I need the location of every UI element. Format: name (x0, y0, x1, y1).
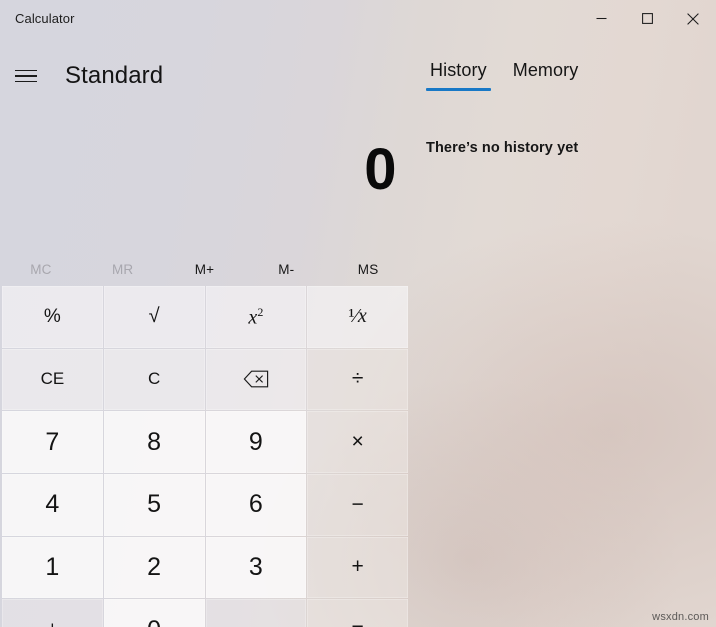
history-empty-message: There’s no history yet (426, 140, 579, 156)
minimize-button[interactable] (578, 0, 624, 37)
key-backspace[interactable] (205, 348, 307, 411)
backspace-icon (243, 371, 269, 388)
key-multiply[interactable]: × (307, 411, 408, 473)
key-two[interactable]: 2 (103, 536, 205, 599)
key-five[interactable]: 5 (103, 474, 205, 536)
key-label: 5 (147, 490, 162, 519)
key-zero[interactable]: 0 (103, 599, 205, 627)
key-label: % (43, 305, 61, 327)
tab-history[interactable]: History (426, 60, 491, 91)
key-label: 1 (45, 552, 60, 581)
calculator-mode-title: Standard (65, 62, 164, 89)
key-label: 3 (248, 552, 263, 581)
key-label: 2 (147, 552, 162, 581)
history-pane: History Memory There’s no history yet (409, 37, 716, 627)
keypad: % √ x2 ¹⁄x CE C ÷ 7 8 9 × 4 5 6 − 1 2 3 + ±0. = (2, 286, 408, 627)
mode-row: Standard (0, 55, 163, 97)
key-label: ¹⁄x (348, 305, 367, 328)
key-clear[interactable]: C (103, 348, 205, 411)
memory-bar: MC MR M+ M- MS (0, 253, 409, 285)
key-label: ÷ (351, 367, 364, 391)
key-nine[interactable]: 9 (205, 411, 307, 473)
key-reciprocal[interactable]: ¹⁄x (307, 286, 408, 348)
history-memory-tabs: History Memory (409, 60, 582, 91)
memory-button-mplus[interactable]: M+ (164, 253, 246, 285)
key-square[interactable]: x2 (205, 286, 307, 348)
key-label: ± (47, 619, 57, 627)
key-clear-entry[interactable]: CE (2, 348, 103, 411)
tab-memory[interactable]: Memory (509, 60, 583, 91)
memory-button-ms[interactable]: MS (327, 253, 409, 285)
key-six[interactable]: 6 (205, 474, 307, 536)
key-equals[interactable]: = (307, 599, 408, 627)
key-label: 8 (147, 427, 162, 456)
key-label: = (351, 618, 363, 627)
key-eight[interactable]: 8 (103, 411, 205, 473)
calculator-window: Calculator Standard 0 MC MR M+ M- MS % √… (0, 0, 716, 627)
key-add[interactable]: + (307, 536, 408, 599)
memory-button-mminus[interactable]: M- (245, 253, 327, 285)
hamburger-menu-icon[interactable] (4, 56, 48, 96)
key-label: CE (40, 369, 65, 389)
key-square-root[interactable]: √ (103, 286, 205, 348)
memory-button-mr: MR (111, 261, 134, 277)
key-label: C (147, 369, 161, 389)
window-title: Calculator (15, 11, 75, 26)
key-decimal[interactable]: . (205, 599, 307, 627)
key-label: × (351, 430, 364, 454)
key-label: 0 (147, 616, 161, 627)
key-four[interactable]: 4 (2, 474, 103, 536)
calculator-pane: Standard 0 MC MR M+ M- MS % √ x2 ¹⁄x CE C ÷ 7 8 9 × 4 5 6… (0, 37, 409, 627)
minimize-icon (596, 17, 606, 20)
key-label: √ (148, 305, 160, 328)
key-percent[interactable]: % (2, 286, 103, 348)
key-label: 9 (248, 427, 263, 456)
key-subtract[interactable]: − (307, 474, 408, 536)
maximize-button[interactable] (624, 0, 670, 37)
close-button[interactable] (670, 0, 716, 37)
key-label: + (351, 555, 364, 579)
display-area: 0 (0, 129, 409, 211)
site-watermark: wsxdn.com (652, 611, 709, 623)
key-label: 6 (248, 490, 263, 519)
title-bar: Calculator (0, 0, 716, 37)
display-value: 0 (364, 137, 396, 202)
key-label: 7 (45, 427, 60, 456)
memory-button-mc: MC (30, 261, 52, 277)
key-divide[interactable]: ÷ (307, 348, 408, 411)
key-plus-minus[interactable]: ± (2, 599, 103, 627)
key-label: − (351, 492, 364, 516)
key-seven[interactable]: 7 (2, 411, 103, 473)
maximize-icon (641, 13, 653, 24)
key-label: . (253, 619, 258, 627)
key-label: 4 (45, 490, 60, 519)
key-three[interactable]: 3 (205, 536, 307, 599)
key-one[interactable]: 1 (2, 536, 103, 599)
window-controls (578, 0, 716, 37)
key-label: x2 (248, 304, 264, 329)
close-icon (687, 12, 699, 25)
